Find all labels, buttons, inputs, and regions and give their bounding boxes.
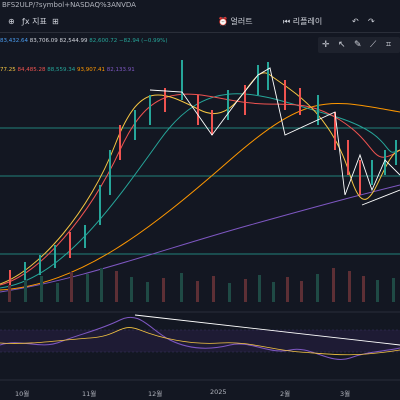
symbol-text: BFS2ULP/?symbol+NASDAQ%3ANVDA	[2, 1, 136, 9]
crosshair-icon[interactable]: ✛	[322, 38, 330, 52]
ma-line-long	[0, 184, 400, 293]
volume-bar	[40, 276, 43, 302]
volume-bar	[146, 282, 149, 302]
ma-line-orange	[0, 103, 400, 291]
drawing-tools-panel: ✛ ↖ ✎ ⟋ ⌗	[318, 37, 400, 53]
ohlc-value: 82,600.72	[89, 38, 118, 44]
volume-bar	[244, 279, 247, 302]
chart-toolbar: ⊕ ƒx 지표 ⊞ ⏰ 얼러트 ⏮ 리플레이 ↶ ↷	[0, 12, 400, 33]
volume-bar	[392, 278, 395, 302]
volume-bar	[100, 268, 103, 302]
redo-icon[interactable]: ↷	[368, 15, 375, 29]
symbol-bar: BFS2ULP/?symbol+NASDAQ%3ANVDA	[0, 0, 400, 10]
trendline-icon[interactable]: ⟋	[370, 38, 376, 52]
volume-bar	[70, 272, 73, 302]
undo-icon[interactable]: ↶	[352, 15, 359, 29]
alert-button[interactable]: ⏰ 얼러트	[218, 15, 253, 29]
ohlc-value: −82.94 (−0.99%)	[119, 38, 168, 44]
ma-value: 82,133.91	[106, 67, 135, 73]
arrow-icon[interactable]: ↖	[338, 38, 346, 52]
volume-bar	[8, 285, 11, 302]
ruler-icon[interactable]: ⌗	[386, 38, 391, 52]
volume-bar	[258, 275, 261, 302]
alert-icon: ⏰	[218, 17, 228, 26]
replay-label: 리플레이	[292, 17, 323, 26]
trendline	[361, 189, 400, 206]
volume-bar	[196, 281, 199, 302]
ohlc-legend: 83,432.64 83,706.09 82,544.99 82,600.72 …	[0, 38, 167, 44]
compare-icon[interactable]: ⊕	[8, 15, 15, 29]
volume-bar	[228, 283, 231, 302]
price-chart[interactable]	[0, 0, 400, 400]
volume-bar	[332, 268, 335, 302]
alert-label: 얼러트	[230, 17, 253, 26]
volume-bar	[56, 283, 59, 302]
ma-value: 93,907.41	[77, 67, 105, 73]
volume-bar	[180, 273, 183, 302]
volume-bar	[286, 277, 289, 302]
volume-bar	[376, 280, 379, 302]
ma-line-red	[0, 93, 400, 286]
ma-value: 84,485.28	[17, 67, 46, 73]
volume-bar	[115, 271, 118, 302]
indicators-button[interactable]: ƒx 지표	[22, 15, 47, 29]
pencil-icon[interactable]: ✎	[354, 38, 362, 52]
volume-bar	[316, 274, 319, 302]
ohlc-value: 83,432.64	[0, 38, 28, 44]
x-axis-label: 11월	[82, 390, 97, 398]
ohlc-value: 83,706.09	[29, 38, 58, 44]
candles	[9, 60, 397, 285]
volume-bar	[272, 282, 275, 302]
ma-legend: 77.25 84,485.28 88,559.34 93,907.41 82,1…	[0, 67, 135, 73]
ma-value: 88,559.34	[47, 67, 76, 73]
volume-bar	[300, 281, 303, 302]
indicators-icon: ƒx	[22, 17, 30, 26]
x-axis-label: 12월	[148, 390, 163, 398]
volume-bars	[8, 268, 395, 302]
ma-line-yellow	[0, 72, 400, 285]
indicators-label: 지표	[32, 17, 47, 26]
replay-button[interactable]: ⏮ 리플레이	[283, 15, 322, 29]
volume-bar	[348, 271, 351, 302]
volume-bar	[24, 280, 27, 302]
ma-line-teal	[0, 93, 400, 289]
volume-bar	[130, 277, 133, 302]
layout-icon[interactable]: ⊞	[52, 15, 59, 29]
volume-bar	[162, 278, 165, 302]
volume-bar	[212, 276, 215, 302]
ma-value: 77.25	[0, 67, 16, 73]
ohlc-value: 82,544.99	[59, 38, 88, 44]
x-axis-label: 10월	[15, 390, 30, 398]
x-axis-label: 3월	[340, 390, 351, 398]
x-axis-label: 2월	[280, 390, 291, 398]
x-axis-label: 2025	[210, 388, 227, 396]
volume-bar	[362, 276, 365, 302]
volume-bar	[86, 274, 89, 302]
replay-icon: ⏮	[283, 17, 291, 26]
